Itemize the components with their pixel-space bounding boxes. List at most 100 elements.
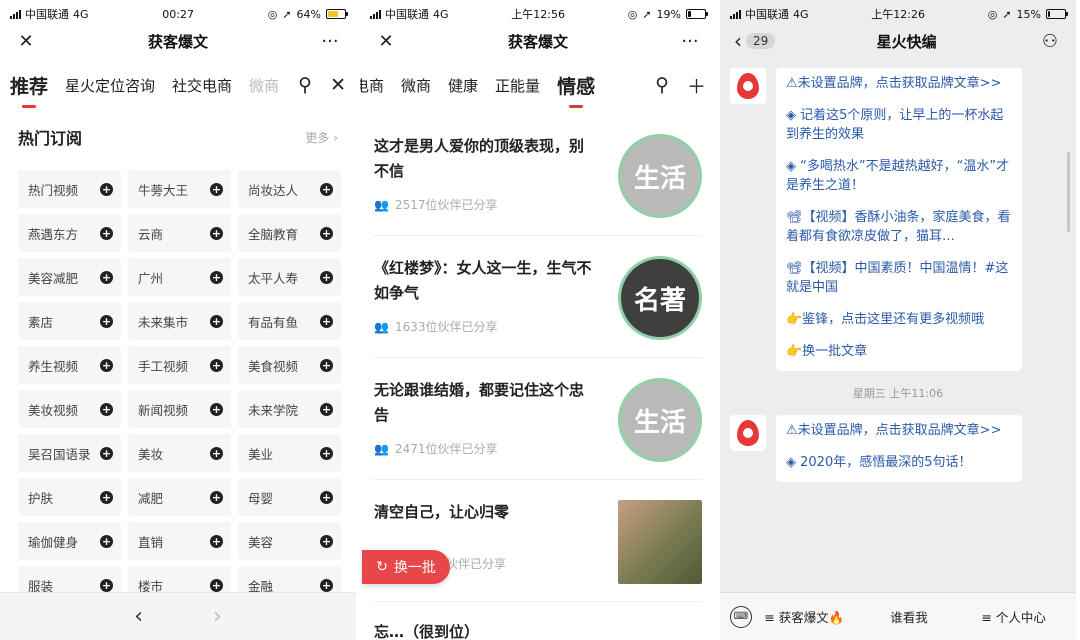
menu-item-who-viewed[interactable]: 谁看我: [857, 607, 962, 626]
close-icon[interactable]: ✕: [374, 31, 398, 52]
article-item[interactable]: 无论跟谁结婚，都要记住这个忠告 👥 2471位伙伴已分享 生活: [374, 358, 702, 480]
tab-ecommerce[interactable]: 电商: [360, 75, 384, 96]
message-line[interactable]: 📽【视频】香酥小油条，家庭美食，看着都有食欲凉皮做了，猫耳…: [786, 208, 1012, 246]
subscription-chip[interactable]: 云商 +: [128, 214, 231, 252]
subscription-chip[interactable]: 美妆视频 +: [18, 390, 121, 428]
keyboard-icon[interactable]: ⌨: [730, 605, 752, 628]
subscription-chip[interactable]: 全脑教育 +: [238, 214, 341, 252]
add-subscription-icon[interactable]: +: [320, 578, 333, 592]
add-subscription-icon[interactable]: +: [210, 578, 223, 592]
add-subscription-icon[interactable]: +: [210, 402, 223, 416]
subscription-chip[interactable]: 太平人寿 +: [238, 258, 341, 296]
subscription-chip[interactable]: 美业 +: [238, 434, 341, 472]
tab-positive-energy[interactable]: 正能量: [495, 75, 540, 96]
message-line[interactable]: ◈ 2020年，感悟最深的5句话！: [786, 453, 1012, 472]
add-subscription-icon[interactable]: +: [100, 270, 113, 284]
message-line[interactable]: 👉换一批文章: [786, 342, 1012, 361]
close-tabs-icon[interactable]: ✕: [330, 74, 346, 96]
more-icon[interactable]: ···: [318, 31, 342, 52]
subscription-chip[interactable]: 尚妆达人 +: [238, 170, 341, 208]
message-line[interactable]: ⚠未设置品牌，点击获取品牌文章>>: [786, 74, 1012, 93]
user-profile-icon[interactable]: ⚇: [1038, 31, 1062, 52]
subscription-chip[interactable]: 美食视频 +: [238, 346, 341, 384]
tab-emotion[interactable]: 情感: [557, 72, 595, 108]
article-item-partial[interactable]: 忘…（很到位）: [374, 602, 702, 640]
message-line[interactable]: ◈ “多喝热水”不是越热越好，“温水”才是养生之道！: [786, 157, 1012, 195]
message-line[interactable]: ⚠未设置品牌，点击获取品牌文章>>: [786, 421, 1012, 440]
subscription-chip[interactable]: 有品有鱼 +: [238, 302, 341, 340]
add-subscription-icon[interactable]: +: [100, 446, 113, 460]
add-subscription-icon[interactable]: +: [210, 358, 223, 372]
scrollbar[interactable]: [1067, 152, 1070, 232]
add-subscription-icon[interactable]: +: [320, 226, 333, 240]
add-subscription-icon[interactable]: +: [100, 534, 113, 548]
add-subscription-icon[interactable]: +: [210, 534, 223, 548]
subscription-chip[interactable]: 吴召国语录 +: [18, 434, 121, 472]
tab-wechat-business[interactable]: 微商: [249, 75, 279, 96]
add-subscription-icon[interactable]: +: [210, 226, 223, 240]
subscription-chip[interactable]: 手工视频 +: [128, 346, 231, 384]
menu-item-profile[interactable]: ≡ 个人中心: [961, 607, 1066, 626]
add-subscription-icon[interactable]: +: [210, 490, 223, 504]
subscription-chip[interactable]: 热门视频 +: [18, 170, 121, 208]
subscription-chip[interactable]: 新闻视频 +: [128, 390, 231, 428]
add-subscription-icon[interactable]: +: [320, 446, 333, 460]
subscription-chip[interactable]: 未来学院 +: [238, 390, 341, 428]
article-item[interactable]: 《红楼梦》：女人这一生，生气不如争气 👥 1633位伙伴已分享 名著: [374, 236, 702, 358]
message-line[interactable]: 👉鉴锋，点击这里还有更多视频哦: [786, 310, 1012, 329]
add-subscription-icon[interactable]: +: [210, 270, 223, 284]
add-subscription-icon[interactable]: +: [320, 358, 333, 372]
subscription-chip[interactable]: 直销 +: [128, 522, 231, 560]
close-icon[interactable]: ✕: [14, 31, 38, 52]
tab-social-ecommerce[interactable]: 社交电商: [172, 75, 232, 96]
add-icon[interactable]: ＋: [687, 72, 706, 99]
article-item[interactable]: 这才是男人爱你的顶级表现，别不信 👥 2517位伙伴已分享 生活: [374, 114, 702, 236]
add-subscription-icon[interactable]: +: [210, 182, 223, 196]
add-subscription-icon[interactable]: +: [210, 314, 223, 328]
add-subscription-icon[interactable]: +: [320, 534, 333, 548]
add-subscription-icon[interactable]: +: [100, 490, 113, 504]
back-button[interactable]: ‹ 29: [734, 29, 776, 53]
search-icon[interactable]: ⚲: [298, 74, 312, 96]
back-arrow-icon[interactable]: ‹: [134, 604, 143, 629]
add-subscription-icon[interactable]: +: [100, 402, 113, 416]
menu-item-articles[interactable]: ≡ 获客爆文🔥: [752, 607, 857, 626]
avatar[interactable]: [730, 415, 766, 451]
subscription-chip[interactable]: 美容减肥 +: [18, 258, 121, 296]
subscription-chip[interactable]: 牛蒡大王 +: [128, 170, 231, 208]
add-subscription-icon[interactable]: +: [320, 270, 333, 284]
add-subscription-icon[interactable]: +: [320, 402, 333, 416]
avatar[interactable]: [730, 68, 766, 104]
add-subscription-icon[interactable]: +: [100, 182, 113, 196]
tab-consult[interactable]: 星火定位咨询: [65, 75, 155, 96]
subscription-chip[interactable]: 护肤 +: [18, 478, 121, 516]
add-subscription-icon[interactable]: +: [100, 358, 113, 372]
add-subscription-icon[interactable]: +: [100, 226, 113, 240]
refresh-button[interactable]: ↻ 换一批: [362, 550, 450, 584]
subscription-chip[interactable]: 广州 +: [128, 258, 231, 296]
add-subscription-icon[interactable]: +: [320, 314, 333, 328]
add-subscription-icon[interactable]: +: [100, 314, 113, 328]
more-icon[interactable]: ···: [678, 31, 702, 52]
message-line[interactable]: 📽【视频】中国素质！中国温情！#这就是中国: [786, 259, 1012, 297]
message-line[interactable]: ◈ 记着这5个原则，让早上的一杯水起到养生的效果: [786, 106, 1012, 144]
tab-health[interactable]: 健康: [448, 75, 478, 96]
subscription-chip[interactable]: 燕遇东方 +: [18, 214, 121, 252]
tab-recommend[interactable]: 推荐: [10, 72, 48, 108]
more-link[interactable]: 更多 ›: [305, 129, 338, 146]
add-subscription-icon[interactable]: +: [210, 446, 223, 460]
tab-wechat-business[interactable]: 微商: [401, 75, 431, 96]
add-subscription-icon[interactable]: +: [320, 182, 333, 196]
subscription-chip[interactable]: 母婴 +: [238, 478, 341, 516]
subscription-chip[interactable]: 瑜伽健身 +: [18, 522, 121, 560]
search-icon[interactable]: ⚲: [655, 74, 669, 96]
add-subscription-icon[interactable]: +: [100, 578, 113, 592]
add-subscription-icon[interactable]: +: [320, 490, 333, 504]
subscription-chip[interactable]: 养生视频 +: [18, 346, 121, 384]
subscription-chip[interactable]: 美容 +: [238, 522, 341, 560]
subscription-chip[interactable]: 素店 +: [18, 302, 121, 340]
subscription-chip[interactable]: 未来集市 +: [128, 302, 231, 340]
subscription-chip[interactable]: 减肥 +: [128, 478, 231, 516]
forward-arrow-icon[interactable]: ›: [213, 604, 222, 629]
subscription-chip[interactable]: 美妆 +: [128, 434, 231, 472]
